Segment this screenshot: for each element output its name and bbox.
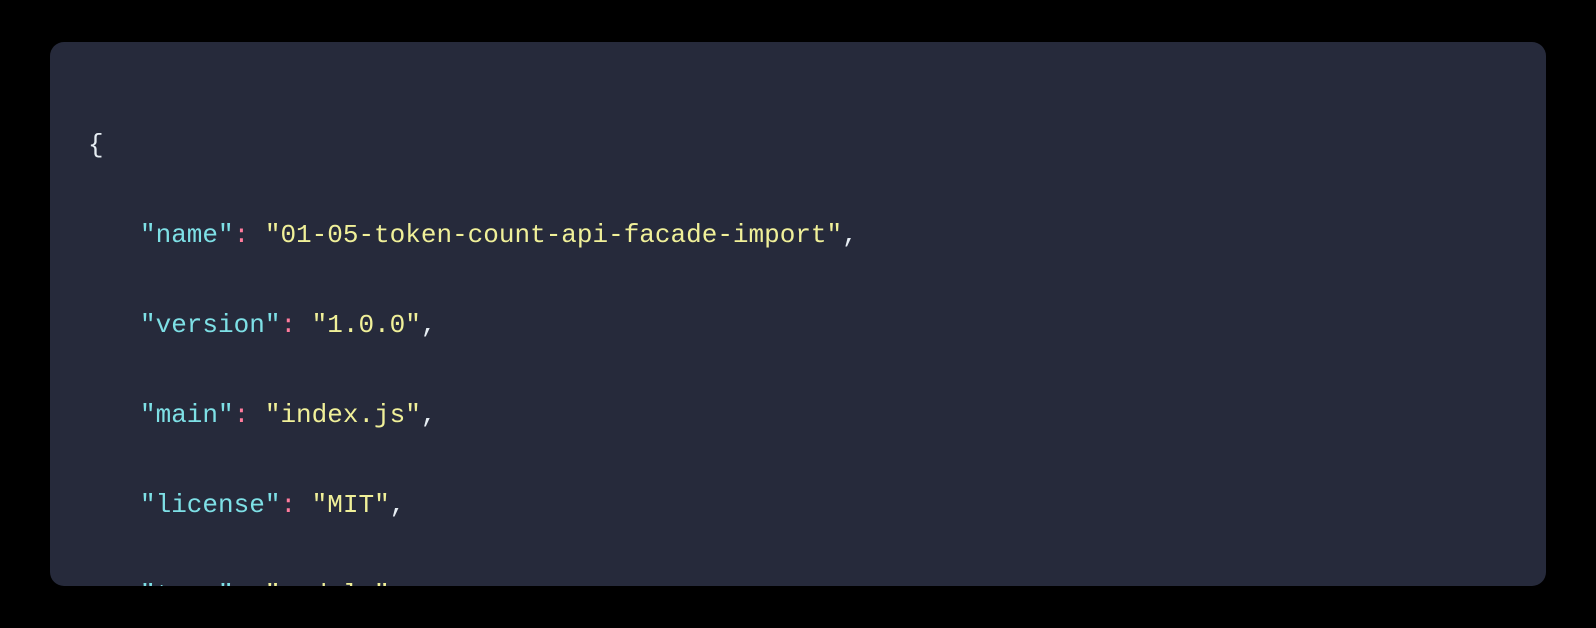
space <box>296 490 312 520</box>
json-colon: : <box>280 310 296 340</box>
json-comma: , <box>390 580 406 586</box>
space <box>249 220 265 250</box>
code-line: "main": "index.js", <box>88 393 1508 438</box>
json-key: "license" <box>140 490 280 520</box>
code-line: "name": "01-05-token-count-api-facade-im… <box>88 213 1508 258</box>
code-line: "type": "module", <box>88 573 1508 586</box>
json-string: "index.js" <box>265 400 421 430</box>
code-line: { <box>88 123 1508 168</box>
json-comma: , <box>421 400 437 430</box>
json-colon: : <box>234 580 250 586</box>
json-string: "01-05-token-count-api-facade-import" <box>265 220 842 250</box>
json-key: "type" <box>140 580 234 586</box>
json-key: "name" <box>140 220 234 250</box>
space <box>296 310 312 340</box>
json-key: "main" <box>140 400 234 430</box>
json-comma: , <box>390 490 406 520</box>
json-colon: : <box>280 490 296 520</box>
space <box>249 400 265 430</box>
json-string: "MIT" <box>312 490 390 520</box>
json-colon: : <box>234 220 250 250</box>
code-block: { "name": "01-05-token-count-api-facade-… <box>50 42 1546 586</box>
json-key: "version" <box>140 310 280 340</box>
code-line: "license": "MIT", <box>88 483 1508 528</box>
json-colon: : <box>234 400 250 430</box>
open-brace: { <box>88 130 104 160</box>
json-string: "1.0.0" <box>312 310 421 340</box>
json-string: "module" <box>265 580 390 586</box>
json-comma: , <box>421 310 437 340</box>
space <box>249 580 265 586</box>
json-comma: , <box>842 220 858 250</box>
code-line: "version": "1.0.0", <box>88 303 1508 348</box>
